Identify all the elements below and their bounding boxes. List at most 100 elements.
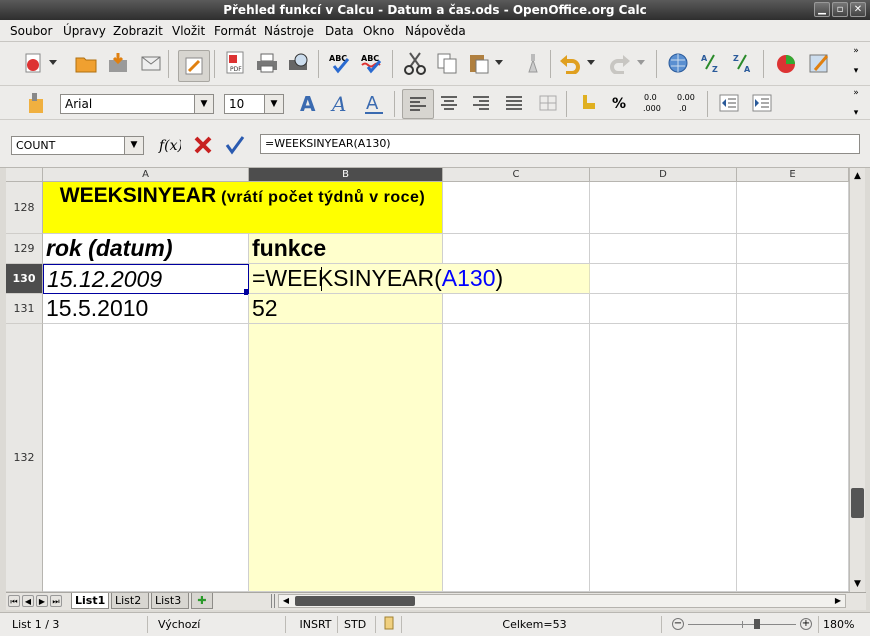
column-header-b[interactable]: B bbox=[249, 168, 443, 182]
menu-vlozit[interactable]: Vložit bbox=[172, 23, 205, 39]
menu-okno[interactable]: Okno bbox=[363, 23, 394, 39]
scroll-up-icon[interactable]: ▲ bbox=[851, 170, 864, 183]
autospellcheck-icon[interactable]: ABC bbox=[359, 50, 385, 76]
cell-c132[interactable] bbox=[443, 324, 590, 592]
horizontal-scroll-thumb[interactable] bbox=[295, 596, 415, 606]
cell-d132[interactable] bbox=[590, 324, 737, 592]
last-sheet-icon[interactable]: ⏭ bbox=[50, 595, 62, 607]
column-header-e[interactable]: E bbox=[737, 168, 849, 182]
cell-b129[interactable]: funkce bbox=[249, 234, 443, 264]
row-header-132[interactable]: 132 bbox=[6, 324, 43, 592]
menu-format[interactable]: Formát bbox=[214, 23, 256, 39]
select-all-corner[interactable] bbox=[6, 168, 43, 182]
cell-d129[interactable] bbox=[590, 234, 737, 264]
export-pdf-icon[interactable]: PDF bbox=[222, 50, 248, 76]
decrease-indent-icon[interactable] bbox=[716, 90, 742, 116]
sheet-tab-list1[interactable]: List1 bbox=[71, 593, 109, 609]
name-box[interactable]: COUNT ▼ bbox=[11, 136, 144, 155]
cancel-icon[interactable] bbox=[190, 132, 216, 158]
cell-a129[interactable]: rok (datum) bbox=[43, 234, 249, 264]
chevron-down-icon[interactable]: ▼ bbox=[124, 137, 143, 154]
zoom-out-icon[interactable]: − bbox=[672, 618, 684, 630]
accept-icon[interactable] bbox=[222, 132, 248, 158]
increase-indent-icon[interactable] bbox=[749, 90, 775, 116]
cell-a131[interactable]: 15.5.2010 bbox=[43, 294, 249, 324]
cell-c128[interactable] bbox=[443, 182, 590, 234]
undo-icon[interactable] bbox=[557, 50, 583, 76]
new-dropdown-icon[interactable] bbox=[47, 50, 59, 76]
cell-c129[interactable] bbox=[443, 234, 590, 264]
cell-e128[interactable] bbox=[737, 182, 849, 234]
cell-e131[interactable] bbox=[737, 294, 849, 324]
scroll-down-icon[interactable]: ▼ bbox=[851, 578, 864, 591]
cut-icon[interactable] bbox=[402, 50, 428, 76]
print-preview-icon[interactable] bbox=[286, 50, 312, 76]
cell-d130[interactable] bbox=[590, 264, 737, 294]
new-document-icon[interactable] bbox=[20, 50, 46, 76]
cell-d128[interactable] bbox=[590, 182, 737, 234]
paste-icon[interactable] bbox=[466, 50, 492, 76]
bold-icon[interactable]: A bbox=[296, 90, 322, 116]
cell-d131[interactable] bbox=[590, 294, 737, 324]
cell-a132[interactable] bbox=[43, 324, 249, 592]
cell-b130-editing[interactable]: =WEEKSINYEAR(A130) bbox=[249, 264, 590, 294]
underline-icon[interactable]: A bbox=[361, 90, 387, 116]
row-header-128[interactable]: 128 bbox=[6, 182, 43, 234]
font-size-combo[interactable]: 10 ▼ bbox=[224, 94, 284, 114]
clone-formatting-icon[interactable] bbox=[520, 50, 546, 76]
menu-nastroje[interactable]: Nástroje bbox=[264, 23, 314, 39]
email-icon[interactable] bbox=[138, 50, 164, 76]
sheet-tab-list2[interactable]: List2 bbox=[111, 593, 149, 609]
justify-icon[interactable] bbox=[501, 90, 527, 116]
menu-soubor[interactable]: Soubor bbox=[10, 23, 52, 39]
paste-dropdown-icon[interactable] bbox=[493, 50, 505, 76]
currency-format-icon[interactable] bbox=[576, 90, 602, 116]
row-header-131[interactable]: 131 bbox=[6, 294, 43, 324]
menu-napoveda[interactable]: Nápověda bbox=[405, 23, 466, 39]
cell-a128-title[interactable]: WEEKSINYEAR (vrátí počet týdnů v roce) bbox=[43, 182, 443, 234]
cell-e130[interactable] bbox=[737, 264, 849, 294]
close-button[interactable]: ✕ bbox=[850, 2, 866, 17]
toolbar2-overflow-icon[interactable]: » ▾ bbox=[850, 88, 862, 118]
status-page-style[interactable]: Výchozí bbox=[154, 616, 286, 633]
delete-decimal-icon[interactable]: 0.00 .0 bbox=[674, 90, 700, 116]
redo-dropdown-icon[interactable] bbox=[635, 50, 647, 76]
minimize-button[interactable]: ▁ bbox=[814, 2, 830, 17]
add-decimal-icon[interactable]: 0.0 .000 bbox=[641, 90, 667, 116]
spreadsheet-grid[interactable]: A B C D E 128 129 130 131 132 WEEKSINYEA… bbox=[6, 168, 849, 592]
function-wizard-icon[interactable]: f(x) bbox=[156, 132, 182, 158]
align-left-icon[interactable] bbox=[402, 89, 434, 119]
maximize-button[interactable]: ▫ bbox=[832, 2, 848, 17]
print-icon[interactable] bbox=[254, 50, 280, 76]
chevron-down-icon[interactable]: ▼ bbox=[264, 95, 283, 113]
column-header-d[interactable]: D bbox=[590, 168, 737, 182]
menu-zobrazit[interactable]: Zobrazit bbox=[113, 23, 163, 39]
column-header-c[interactable]: C bbox=[443, 168, 590, 182]
vertical-scroll-thumb[interactable] bbox=[851, 488, 864, 518]
status-selection-mode[interactable]: STD bbox=[340, 616, 376, 633]
show-draw-functions-icon[interactable] bbox=[806, 50, 832, 76]
undo-dropdown-icon[interactable] bbox=[585, 50, 597, 76]
save-icon[interactable] bbox=[105, 50, 131, 76]
formula-input[interactable]: =WEEKSINYEAR(A130) bbox=[260, 134, 860, 154]
cell-b131[interactable]: 52 bbox=[249, 294, 443, 324]
merge-cells-icon[interactable] bbox=[535, 90, 561, 116]
scroll-left-icon[interactable]: ◀ bbox=[280, 595, 292, 607]
align-right-icon[interactable] bbox=[468, 90, 494, 116]
horizontal-scrollbar[interactable]: ◀ ▶ bbox=[278, 594, 846, 608]
spellcheck-icon[interactable]: ABC bbox=[327, 50, 353, 76]
align-center-icon[interactable] bbox=[436, 90, 462, 116]
font-name-combo[interactable]: Arial ▼ bbox=[60, 94, 214, 114]
copy-icon[interactable] bbox=[434, 50, 460, 76]
next-sheet-icon[interactable]: ▶ bbox=[36, 595, 48, 607]
vertical-scrollbar[interactable]: ▲ ▼ bbox=[849, 168, 865, 592]
hyperlink-icon[interactable] bbox=[665, 50, 691, 76]
status-insert-mode[interactable]: INSRT bbox=[290, 616, 338, 633]
cell-e129[interactable] bbox=[737, 234, 849, 264]
row-header-129[interactable]: 129 bbox=[6, 234, 43, 264]
zoom-slider[interactable]: − + bbox=[672, 618, 812, 632]
tab-splitter[interactable] bbox=[271, 594, 275, 608]
cell-c131[interactable] bbox=[443, 294, 590, 324]
first-sheet-icon[interactable]: ⏮ bbox=[8, 595, 20, 607]
zoom-in-icon[interactable]: + bbox=[800, 618, 812, 630]
